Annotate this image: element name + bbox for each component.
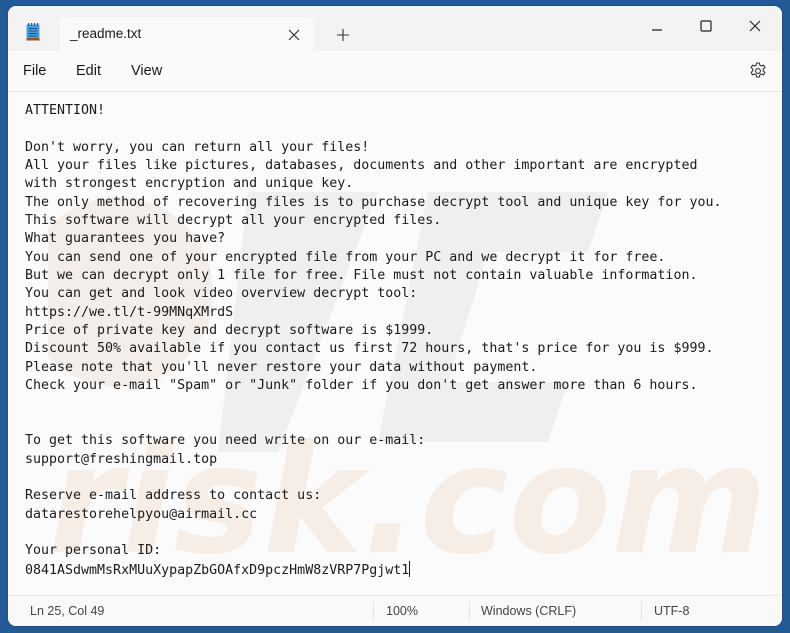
close-icon [749, 20, 761, 32]
text-line: You can send one of your encrypted file … [25, 249, 666, 265]
text-line: But we can decrypt only 1 file for free.… [25, 268, 698, 284]
menu-view[interactable]: View [131, 63, 162, 79]
personal-id-line: 0841ASdwmMsRxMUuXypapZbGOAfxD9pczHmW8zVR… [25, 562, 410, 578]
maximize-button[interactable] [683, 8, 729, 44]
url-line: https://we.tl/t-99MNqXMrdS [25, 304, 234, 320]
text-line: Reserve e-mail address to contact us: [25, 488, 322, 504]
cursor-position: Ln 25, Col 49 [30, 604, 105, 618]
gear-icon [750, 62, 766, 78]
text-line: To get this software you need write on o… [25, 433, 426, 449]
close-window-button[interactable] [732, 8, 778, 44]
menu-edit[interactable]: Edit [76, 63, 101, 79]
text-line: Check your e-mail "Spam" or "Junk" folde… [25, 378, 698, 394]
plus-icon [337, 29, 349, 41]
notepad-window: _readme.txt File Edit View risk.com ATTE… [8, 6, 782, 626]
text-line: Discount 50% available if you contact us… [25, 341, 714, 357]
text-line: You can get and look video overview decr… [25, 286, 418, 302]
line-endings[interactable]: Windows (CRLF) [481, 604, 576, 618]
status-bar: Ln 25, Col 49 100% Windows (CRLF) UTF-8 [8, 595, 782, 626]
text-line: All your files like pictures, databases,… [25, 158, 698, 174]
new-tab-button[interactable] [330, 22, 356, 48]
text-caret [409, 560, 411, 577]
title-bar[interactable]: _readme.txt [8, 6, 782, 53]
menu-file[interactable]: File [23, 63, 46, 79]
text-line: ATTENTION! [25, 103, 106, 118]
status-divider [373, 602, 374, 621]
status-divider [469, 602, 470, 621]
status-divider [641, 602, 642, 621]
text-line: Please note that you'll never restore yo… [25, 359, 538, 375]
email-line: datarestorehelpyou@airmail.cc [25, 506, 258, 522]
text-line: with strongest encryption and unique key… [25, 176, 354, 192]
text-line: Your personal ID: [25, 543, 162, 559]
document-text: ATTENTION! Don't worry, you can return a… [8, 92, 782, 580]
maximize-icon [700, 20, 712, 32]
notepad-icon [26, 23, 40, 41]
email-line: support@freshingmail.top [25, 451, 218, 467]
text-editor[interactable]: risk.com ATTENTION! Don't worry, you can… [8, 92, 782, 594]
tab-close-button[interactable] [282, 23, 306, 47]
text-line: Don't worry, you can return all your fil… [25, 139, 370, 155]
zoom-level[interactable]: 100% [386, 604, 418, 618]
text-line: The only method of recovering files is t… [25, 194, 722, 210]
settings-button[interactable] [748, 61, 768, 81]
tab-title: _readme.txt [70, 26, 142, 41]
text-line: Price of private key and decrypt softwar… [25, 323, 434, 339]
menu-bar: File Edit View [8, 51, 782, 92]
encoding[interactable]: UTF-8 [654, 604, 689, 618]
minimize-button[interactable] [634, 8, 680, 44]
minimize-icon [652, 29, 662, 31]
text-line: What guarantees you have? [25, 231, 226, 247]
close-icon [288, 29, 300, 41]
tab-readme[interactable]: _readme.txt [60, 17, 314, 53]
text-line: This software will decrypt all your encr… [25, 213, 442, 229]
